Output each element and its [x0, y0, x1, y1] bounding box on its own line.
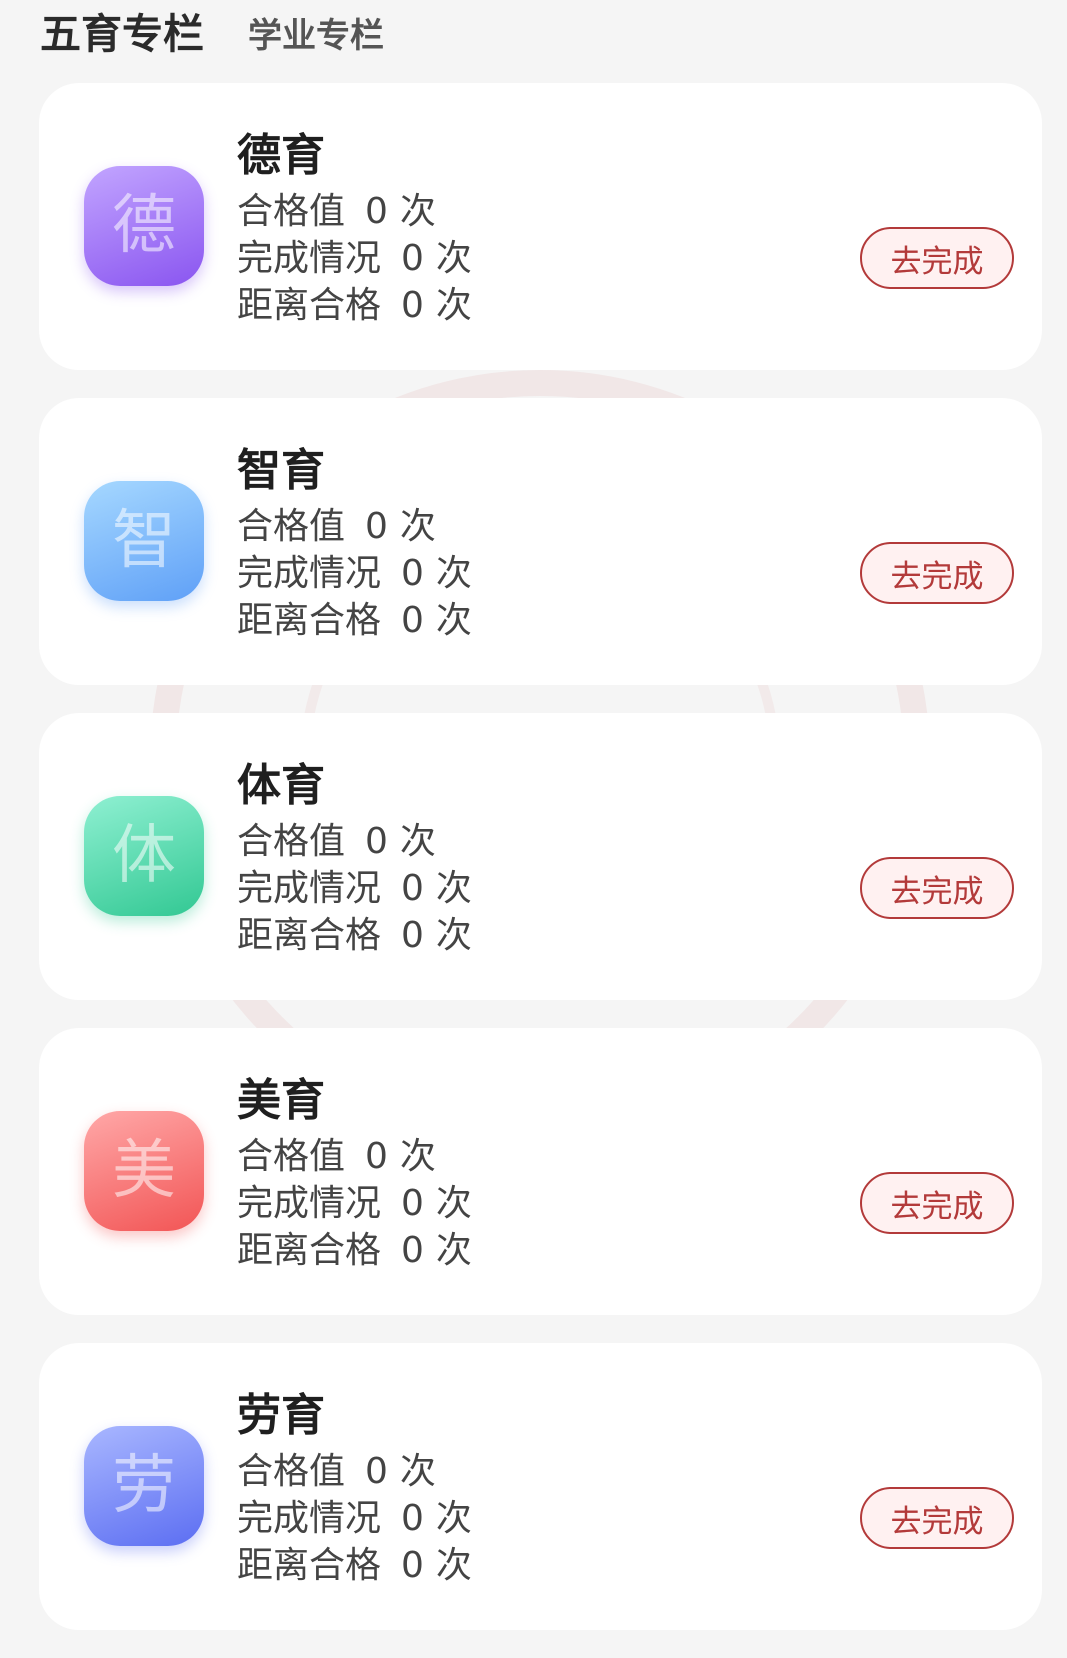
unit-label: 次 — [435, 600, 472, 641]
unit-label: 次 — [435, 915, 472, 956]
completion-value: 0 — [401, 553, 424, 594]
go-complete-button[interactable]: 去完成 — [860, 1487, 1014, 1549]
unit-label: 次 — [435, 1545, 472, 1586]
completion-row: 完成情况 0 次 — [237, 866, 472, 912]
qualified-value-label: 合格值 — [237, 821, 346, 862]
icon-glyph: 劳 — [112, 1449, 176, 1523]
unit-label: 次 — [435, 1183, 472, 1224]
education-card-5: 劳 劳育 合格值 0 次 完成情况 0 次 距离合格 0 次 去完成 — [39, 1343, 1042, 1630]
remaining-label: 距离合格 — [237, 1545, 382, 1586]
qualified-value: 0 — [365, 1451, 388, 1492]
completion-label: 完成情况 — [237, 553, 382, 594]
icon-glyph: 智 — [112, 504, 176, 578]
card-title: 美育 — [237, 1075, 325, 1126]
intellectual-education-seal-icon: 智 — [84, 481, 204, 601]
completion-label: 完成情况 — [237, 868, 382, 909]
completion-row: 完成情况 0 次 — [237, 1496, 472, 1542]
physical-education-seal-icon: 体 — [84, 796, 204, 916]
remaining-label: 距离合格 — [237, 915, 382, 956]
unit-label: 次 — [435, 1230, 472, 1271]
section-tabs: 五育专栏 学业专栏 — [40, 0, 384, 60]
icon-glyph: 德 — [112, 189, 176, 263]
qualified-value-row: 合格值 0 次 — [237, 189, 436, 235]
completion-label: 完成情况 — [237, 238, 382, 279]
remaining-value: 0 — [401, 600, 424, 641]
unit-label: 次 — [399, 506, 436, 547]
go-complete-button[interactable]: 去完成 — [860, 1172, 1014, 1234]
remaining-row: 距离合格 0 次 — [237, 1543, 472, 1589]
qualified-value-label: 合格值 — [237, 1136, 346, 1177]
remaining-row: 距离合格 0 次 — [237, 598, 472, 644]
qualified-value-row: 合格值 0 次 — [237, 504, 436, 550]
education-card-2: 智 智育 合格值 0 次 完成情况 0 次 距离合格 0 次 去完成 — [39, 398, 1042, 685]
qualified-value-row: 合格值 0 次 — [237, 1449, 436, 1495]
go-complete-button[interactable]: 去完成 — [860, 227, 1014, 289]
remaining-label: 距离合格 — [237, 1230, 382, 1271]
completion-row: 完成情况 0 次 — [237, 1181, 472, 1227]
remaining-value: 0 — [401, 285, 424, 326]
aesthetic-education-seal-icon: 美 — [84, 1111, 204, 1231]
unit-label: 次 — [435, 1498, 472, 1539]
unit-label: 次 — [435, 285, 472, 326]
unit-label: 次 — [435, 238, 472, 279]
tab-academic[interactable]: 学业专栏 — [248, 4, 384, 57]
unit-label: 次 — [435, 553, 472, 594]
remaining-value: 0 — [401, 1545, 424, 1586]
qualified-value-label: 合格值 — [237, 1451, 346, 1492]
remaining-value: 0 — [401, 1230, 424, 1271]
qualified-value-label: 合格值 — [237, 506, 346, 547]
unit-label: 次 — [399, 191, 436, 232]
qualified-value: 0 — [365, 821, 388, 862]
remaining-row: 距离合格 0 次 — [237, 913, 472, 959]
icon-glyph: 体 — [112, 819, 176, 893]
education-card-1: 德 德育 合格值 0 次 完成情况 0 次 距离合格 0 次 去完成 — [39, 83, 1042, 370]
qualified-value: 0 — [365, 1136, 388, 1177]
go-complete-button[interactable]: 去完成 — [860, 857, 1014, 919]
completion-value: 0 — [401, 1498, 424, 1539]
remaining-value: 0 — [401, 915, 424, 956]
card-title: 德育 — [237, 130, 325, 181]
qualified-value: 0 — [365, 191, 388, 232]
remaining-row: 距离合格 0 次 — [237, 283, 472, 329]
completion-value: 0 — [401, 238, 424, 279]
icon-glyph: 美 — [112, 1134, 176, 1208]
card-title: 智育 — [237, 445, 325, 496]
labor-education-seal-icon: 劳 — [84, 1426, 204, 1546]
qualified-value-label: 合格值 — [237, 191, 346, 232]
completion-label: 完成情况 — [237, 1498, 382, 1539]
remaining-label: 距离合格 — [237, 600, 382, 641]
completion-value: 0 — [401, 1183, 424, 1224]
completion-value: 0 — [401, 868, 424, 909]
completion-label: 完成情况 — [237, 1183, 382, 1224]
qualified-value-row: 合格值 0 次 — [237, 1134, 436, 1180]
tab-five-education[interactable]: 五育专栏 — [40, 0, 204, 60]
remaining-label: 距离合格 — [237, 285, 382, 326]
unit-label: 次 — [399, 1451, 436, 1492]
remaining-row: 距离合格 0 次 — [237, 1228, 472, 1274]
moral-education-seal-icon: 德 — [84, 166, 204, 286]
unit-label: 次 — [399, 1136, 436, 1177]
qualified-value: 0 — [365, 506, 388, 547]
card-title: 体育 — [237, 760, 325, 811]
education-card-3: 体 体育 合格值 0 次 完成情况 0 次 距离合格 0 次 去完成 — [39, 713, 1042, 1000]
card-title: 劳育 — [237, 1390, 325, 1441]
completion-row: 完成情况 0 次 — [237, 236, 472, 282]
completion-row: 完成情况 0 次 — [237, 551, 472, 597]
qualified-value-row: 合格值 0 次 — [237, 819, 436, 865]
education-card-list: 德 德育 合格值 0 次 完成情况 0 次 距离合格 0 次 去完成 智 智育 合格值 0 次 … — [39, 83, 1042, 1658]
go-complete-button[interactable]: 去完成 — [860, 542, 1014, 604]
unit-label: 次 — [435, 868, 472, 909]
education-card-4: 美 美育 合格值 0 次 完成情况 0 次 距离合格 0 次 去完成 — [39, 1028, 1042, 1315]
unit-label: 次 — [399, 821, 436, 862]
